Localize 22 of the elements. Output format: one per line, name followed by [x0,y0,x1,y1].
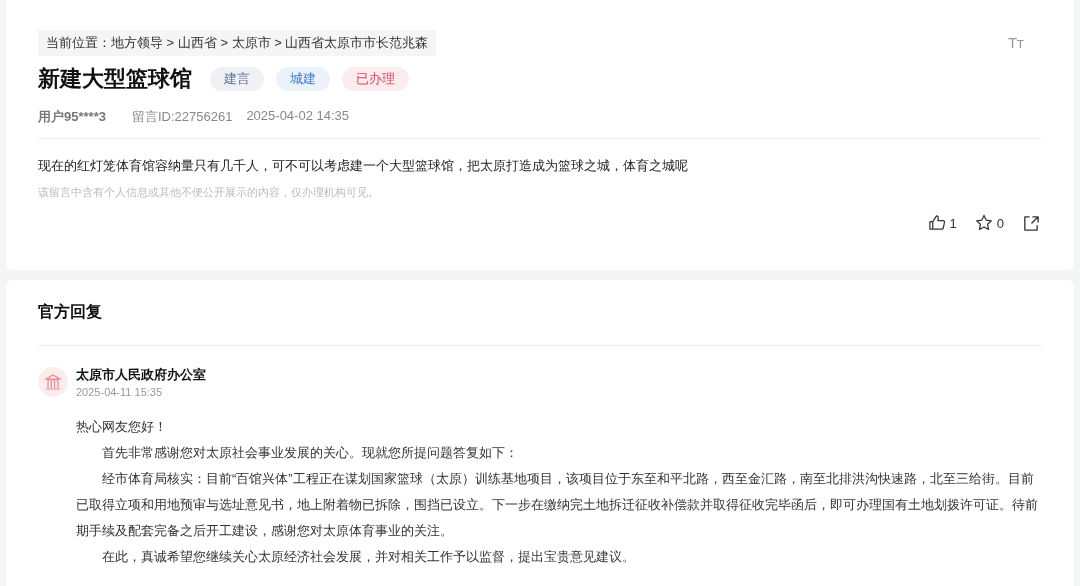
user-name: 用户95****3 [38,108,106,126]
office-name: 太原市人民政府办公室 [76,366,206,384]
star-icon [974,214,993,232]
thumbs-up-icon [927,214,946,232]
reply-paragraph: 经市体育局核实：目前“百馆兴体”工程正在谋划国家篮球（太原）训练基地项目，该项目位于东至和平北路，西至金汇路，南至北排洪沟快速路，北至三给街。目前已取得立项和用地预审与选址意见书，地上附着物已拆除，围挡已设立。下一步在缴纳完土地拆迁征收补偿款并取得征收完毕函后，即可办理国有土地划拨许可证。待前期手续及配套完备之后开工建设，感谢您对太原体育事业的关注。 [76,470,1039,540]
tag: 建言 [210,67,264,91]
breadcrumb: 当前位置：地方领导 > 山西省 > 太原市 > 山西省太原市市长范兆森 [38,30,437,56]
reply-paragraph: 首先非常感谢您对太原社会事业发展的关心。现就您所提问题答复如下： [101,444,519,462]
tag: 城建 [276,67,330,91]
message-id: 留言ID:22756261 [131,108,233,126]
message-title: 新建大型篮球馆 [38,65,192,93]
section-heading: 官方回复 [38,302,1042,346]
like-button[interactable]: 1 [925,212,959,234]
favorite-button[interactable]: 0 [972,212,1006,234]
message-time: 2025-04-02 14:35 [246,108,350,125]
tag: 已办理 [342,67,409,91]
reply-paragraph: 热心网友您好！ [76,418,168,436]
reply-time: 2025-04-11 15:35 [76,386,164,398]
message-text: 现在的红灯笼体育馆容纳量只有几千人，可不可以考虑建一个大型篮球馆，把太原打造成为篮球之城，体育之城呢 [38,157,689,175]
government-building-icon [38,367,68,397]
share-icon [1022,214,1040,232]
reply-paragraph: 在此，真诚希望您继续关心太原经济社会发展，并对相关工作予以监督，提出宝贵意见建议。 [101,548,636,566]
